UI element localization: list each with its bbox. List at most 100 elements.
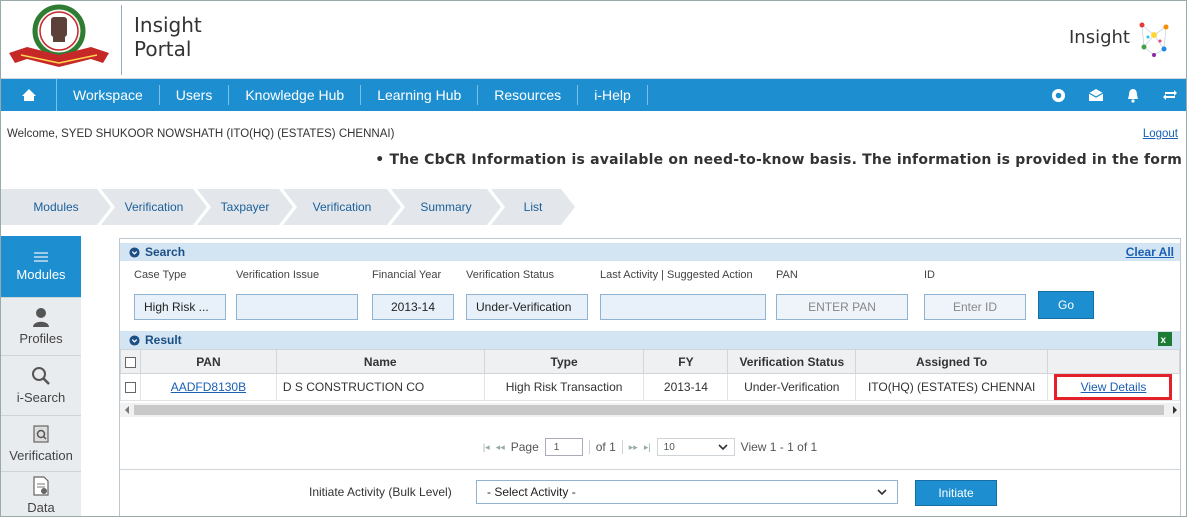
svg-text:x: x: [1161, 335, 1167, 346]
nav-item-i-help[interactable]: i-Help: [578, 85, 648, 105]
breadcrumb-list[interactable]: List: [491, 189, 575, 225]
welcome-bar: Welcome, SYED SHUKOOR NOWSHATH (ITO(HQ) …: [1, 122, 1186, 148]
result-section-header[interactable]: Result x: [120, 331, 1180, 349]
column-header-fy[interactable]: FY: [643, 349, 729, 374]
assigned-to-cell: ITO(HQ) (ESTATES) CHENNAI: [855, 373, 1048, 401]
collapse-icon[interactable]: [129, 334, 140, 346]
go-button[interactable]: Go: [1038, 291, 1094, 319]
column-header-type[interactable]: Type: [483, 349, 645, 374]
sidebar-item-verification[interactable]: Verification: [1, 416, 81, 472]
id-input[interactable]: Enter ID: [924, 294, 1026, 320]
financial-year-select[interactable]: 2013-14: [372, 294, 454, 320]
search-section-header[interactable]: Search Clear All: [120, 243, 1180, 261]
collapse-icon[interactable]: [129, 246, 140, 258]
row-checkbox[interactable]: [124, 382, 136, 394]
bulk-activity-label: Initiate Activity (Bulk Level): [309, 485, 452, 499]
verification-status-select[interactable]: Under-Verification: [466, 294, 588, 320]
nav-item-knowledge-hub[interactable]: Knowledge Hub: [229, 85, 362, 105]
page-number-input[interactable]: 1: [544, 438, 583, 456]
bell-icon[interactable]: [1126, 88, 1140, 103]
breadcrumb-summary[interactable]: Summary: [391, 189, 501, 225]
breadcrumb-verification-2[interactable]: Verification: [283, 189, 401, 225]
table-row: AADFD8130B D S CONSTRUCTION CO High Risk…: [120, 373, 1181, 401]
welcome-text: Welcome, SYED SHUKOOR NOWSHATH (ITO(HQ) …: [7, 128, 395, 140]
table-header-row: PAN Name Type FY Verification Status Ass…: [120, 349, 1181, 374]
first-page-icon[interactable]: |◂: [483, 442, 490, 453]
verification-issue-select[interactable]: [236, 294, 358, 320]
switch-icon[interactable]: [1162, 88, 1178, 102]
nav-item-users[interactable]: Users: [160, 85, 230, 105]
case-type-select[interactable]: High Risk ...: [134, 294, 226, 320]
column-header-name[interactable]: Name: [275, 349, 485, 374]
column-header-action: [1046, 349, 1181, 374]
bulk-action-bar: Initiate Activity (Bulk Level) - Select …: [120, 469, 1180, 516]
home-icon: [21, 89, 36, 101]
brand-name: Insight: [1069, 26, 1130, 48]
nav-item-resources[interactable]: Resources: [478, 85, 579, 105]
breadcrumb-taxpayer[interactable]: Taxpayer: [197, 189, 293, 225]
pager-divider: [621, 440, 623, 454]
status-cell: Under-Verification: [727, 373, 857, 401]
pan-link[interactable]: AADFD8130B: [171, 380, 246, 394]
page-label: Page: [510, 440, 539, 454]
excel-export-icon[interactable]: x: [1158, 332, 1172, 346]
last-activity-select[interactable]: [600, 294, 766, 320]
breadcrumb-modules[interactable]: Modules: [1, 189, 111, 225]
view-details-highlight: View Details: [1054, 374, 1173, 400]
breadcrumb-verification[interactable]: Verification: [101, 189, 207, 225]
scroll-left-icon[interactable]: [122, 403, 132, 417]
view-range: View 1 - 1 of 1: [740, 440, 818, 454]
column-header-assigned-to[interactable]: Assigned To: [855, 349, 1048, 374]
next-page-icon[interactable]: ▸▸: [629, 442, 638, 453]
select-all-header[interactable]: [120, 349, 141, 374]
scroll-right-icon[interactable]: [1170, 403, 1180, 417]
settings-icon[interactable]: [1051, 88, 1066, 103]
case-type-label: Case Type: [134, 269, 187, 281]
horizontal-scrollbar[interactable]: [120, 403, 1180, 417]
initiate-button[interactable]: Initiate: [915, 480, 997, 506]
row-select-cell[interactable]: [120, 373, 141, 401]
prev-page-icon[interactable]: ◂◂: [496, 442, 505, 453]
select-all-checkbox[interactable]: [124, 356, 136, 368]
chevron-down-icon: [718, 444, 728, 451]
logout-link[interactable]: Logout: [1143, 128, 1178, 140]
verification-icon: [33, 425, 49, 443]
sidebar: Modules Profiles i-Search Verification D…: [1, 236, 81, 516]
insight-brand: Insight: [1069, 15, 1172, 59]
network-logo-icon: [1139, 22, 1169, 57]
pan-cell: AADFD8130B: [139, 373, 277, 401]
portal-title: Insight Portal: [134, 13, 202, 61]
sidebar-label-modules: Modules: [16, 267, 66, 282]
sidebar-item-data[interactable]: Data: [1, 472, 81, 516]
app-window: Insight Portal Insight Workspace Users K…: [0, 0, 1187, 517]
column-header-verification-status[interactable]: Verification Status: [727, 349, 857, 374]
nav-item-learning-hub[interactable]: Learning Hub: [361, 85, 479, 105]
activity-select-value: - Select Activity -: [487, 485, 576, 499]
column-header-pan[interactable]: PAN: [139, 349, 277, 374]
fy-cell: 2013-14: [643, 373, 729, 401]
search-icon: [32, 367, 50, 385]
activity-select[interactable]: - Select Activity -: [476, 480, 898, 504]
nav-item-workspace[interactable]: Workspace: [57, 85, 160, 105]
mail-icon[interactable]: [1088, 88, 1104, 102]
search-title: Search: [145, 245, 186, 259]
pan-input[interactable]: ENTER PAN: [776, 294, 908, 320]
last-page-icon[interactable]: ▸|: [644, 442, 651, 453]
data-icon: [33, 475, 49, 496]
sidebar-item-profiles[interactable]: Profiles: [1, 298, 81, 356]
sidebar-item-modules[interactable]: Modules: [1, 236, 81, 298]
rows-per-page-select[interactable]: 10: [656, 438, 735, 456]
nav-home-button[interactable]: [1, 79, 57, 111]
header-divider: [121, 5, 122, 75]
page-count: of 1: [595, 440, 616, 454]
sidebar-label-verification: Verification: [9, 448, 73, 463]
menu-icon: [34, 252, 48, 262]
sidebar-item-i-search[interactable]: i-Search: [1, 356, 81, 416]
action-cell: View Details: [1046, 373, 1181, 401]
sidebar-label-data: Data: [27, 499, 55, 515]
rows-per-page-value: 10: [663, 441, 675, 453]
view-details-link[interactable]: View Details: [1081, 380, 1147, 394]
clear-all-link[interactable]: Clear All: [1126, 245, 1174, 259]
scrollbar-thumb[interactable]: [134, 405, 1164, 415]
income-tax-department-logo: [7, 3, 111, 73]
